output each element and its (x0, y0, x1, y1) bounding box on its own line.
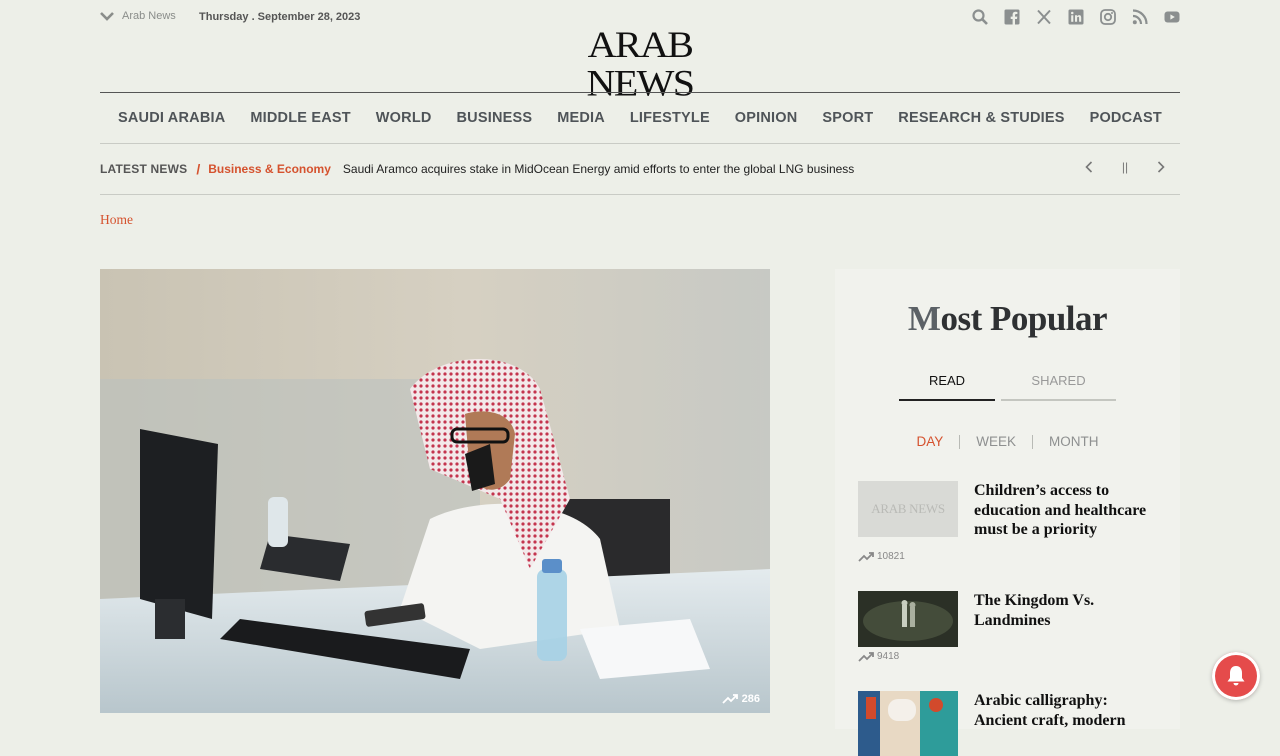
period-week[interactable]: WEEK (960, 434, 1032, 449)
views-count: 10821 (877, 551, 905, 562)
tab-read[interactable]: READ (899, 373, 995, 401)
search-icon[interactable] (972, 9, 988, 25)
calligraphy-thumbnail-image (858, 691, 958, 756)
hero-views: 286 (722, 693, 760, 705)
hero-views-count: 286 (741, 693, 760, 705)
current-date: Thursday . September 28, 2023 (199, 11, 361, 23)
nav-item-middle-east[interactable]: MIDDLE EAST (250, 110, 350, 126)
most-popular-title: Most Popular (835, 299, 1180, 339)
nav-item-opinion[interactable]: OPINION (735, 110, 798, 126)
nav-item-saudi-arabia[interactable]: SAUDI ARABIA (118, 110, 225, 126)
edition-selector[interactable]: Arab News (100, 10, 176, 22)
popular-tabs: READ SHARED (899, 373, 1116, 401)
landmines-thumbnail-image (858, 591, 958, 647)
site-logo[interactable]: ARAB NEWS (534, 25, 746, 102)
period-month[interactable]: MONTH (1033, 434, 1115, 449)
tab-shared[interactable]: SHARED (1001, 373, 1116, 401)
most-popular-sidebar: Most Popular READ SHARED DAY WEEK MONTH … (835, 269, 1180, 756)
views-count: 9418 (877, 651, 900, 662)
popular-item-views: 9418 (858, 651, 899, 662)
nav-item-world[interactable]: WORLD (376, 110, 432, 126)
latest-news-ticker: LATEST NEWS / Business & Economy Saudi A… (100, 143, 1180, 195)
nav-item-research-studies[interactable]: RESEARCH & STUDIES (898, 110, 1064, 126)
x-twitter-icon[interactable] (1036, 9, 1052, 25)
nav-item-business[interactable]: BUSINESS (457, 110, 533, 126)
hero-photo (100, 269, 770, 713)
chevron-left-icon[interactable] (1082, 157, 1096, 177)
nav-item-lifestyle[interactable]: LIFESTYLE (630, 110, 710, 126)
ticker-controls: || (1082, 157, 1168, 177)
nav-item-podcast[interactable]: PODCAST (1090, 110, 1162, 126)
youtube-icon[interactable] (1164, 9, 1180, 25)
title-rest: ost Popular (940, 299, 1108, 338)
popular-item-views: 10821 (858, 551, 905, 562)
rss-icon[interactable] (1132, 9, 1148, 25)
trending-icon (858, 551, 874, 562)
popular-item-thumbnail[interactable] (858, 691, 958, 756)
ticker-label: LATEST NEWS (100, 161, 188, 176)
instagram-icon[interactable] (1100, 9, 1116, 25)
breadcrumb-home[interactable]: Home (100, 212, 133, 228)
notification-bell-button[interactable] (1212, 652, 1260, 700)
title-initial: M (907, 299, 941, 338)
period-day[interactable]: DAY (900, 434, 959, 449)
nav-item-sport[interactable]: SPORT (822, 110, 873, 126)
ticker-category[interactable]: Business & Economy (208, 162, 331, 176)
trending-icon (722, 694, 738, 704)
popular-item-thumbnail[interactable]: ARAB NEWS (858, 481, 958, 537)
main-nav: SAUDI ARABIA MIDDLE EAST WORLD BUSINESS … (100, 92, 1180, 144)
bell-icon (1227, 666, 1245, 686)
pause-button[interactable]: || (1118, 157, 1132, 177)
facebook-icon[interactable] (1004, 9, 1020, 25)
chevron-right-icon[interactable] (1154, 157, 1168, 177)
hero-image[interactable]: 286 (100, 269, 770, 713)
popular-item-thumbnail[interactable] (858, 591, 958, 647)
social-links (972, 9, 1180, 25)
thumbnail-logo-placeholder: ARAB NEWS (871, 501, 945, 516)
popular-item-title[interactable]: Children’s access to education and healt… (974, 481, 1154, 540)
popular-item-title[interactable]: The Kingdom Vs. Landmines (974, 591, 1154, 630)
nav-item-media[interactable]: MEDIA (557, 110, 605, 126)
ticker-headline[interactable]: Saudi Aramco acquires stake in MidOcean … (343, 162, 854, 176)
edition-label: Arab News (122, 10, 176, 22)
ticker-separator: / (196, 160, 201, 177)
trending-icon (858, 651, 874, 662)
period-filter: DAY WEEK MONTH (835, 434, 1180, 449)
chevron-down-icon (100, 12, 114, 21)
linkedin-icon[interactable] (1068, 9, 1084, 25)
popular-item-title[interactable]: Arabic calligraphy: Ancient craft, moder… (974, 691, 1154, 730)
